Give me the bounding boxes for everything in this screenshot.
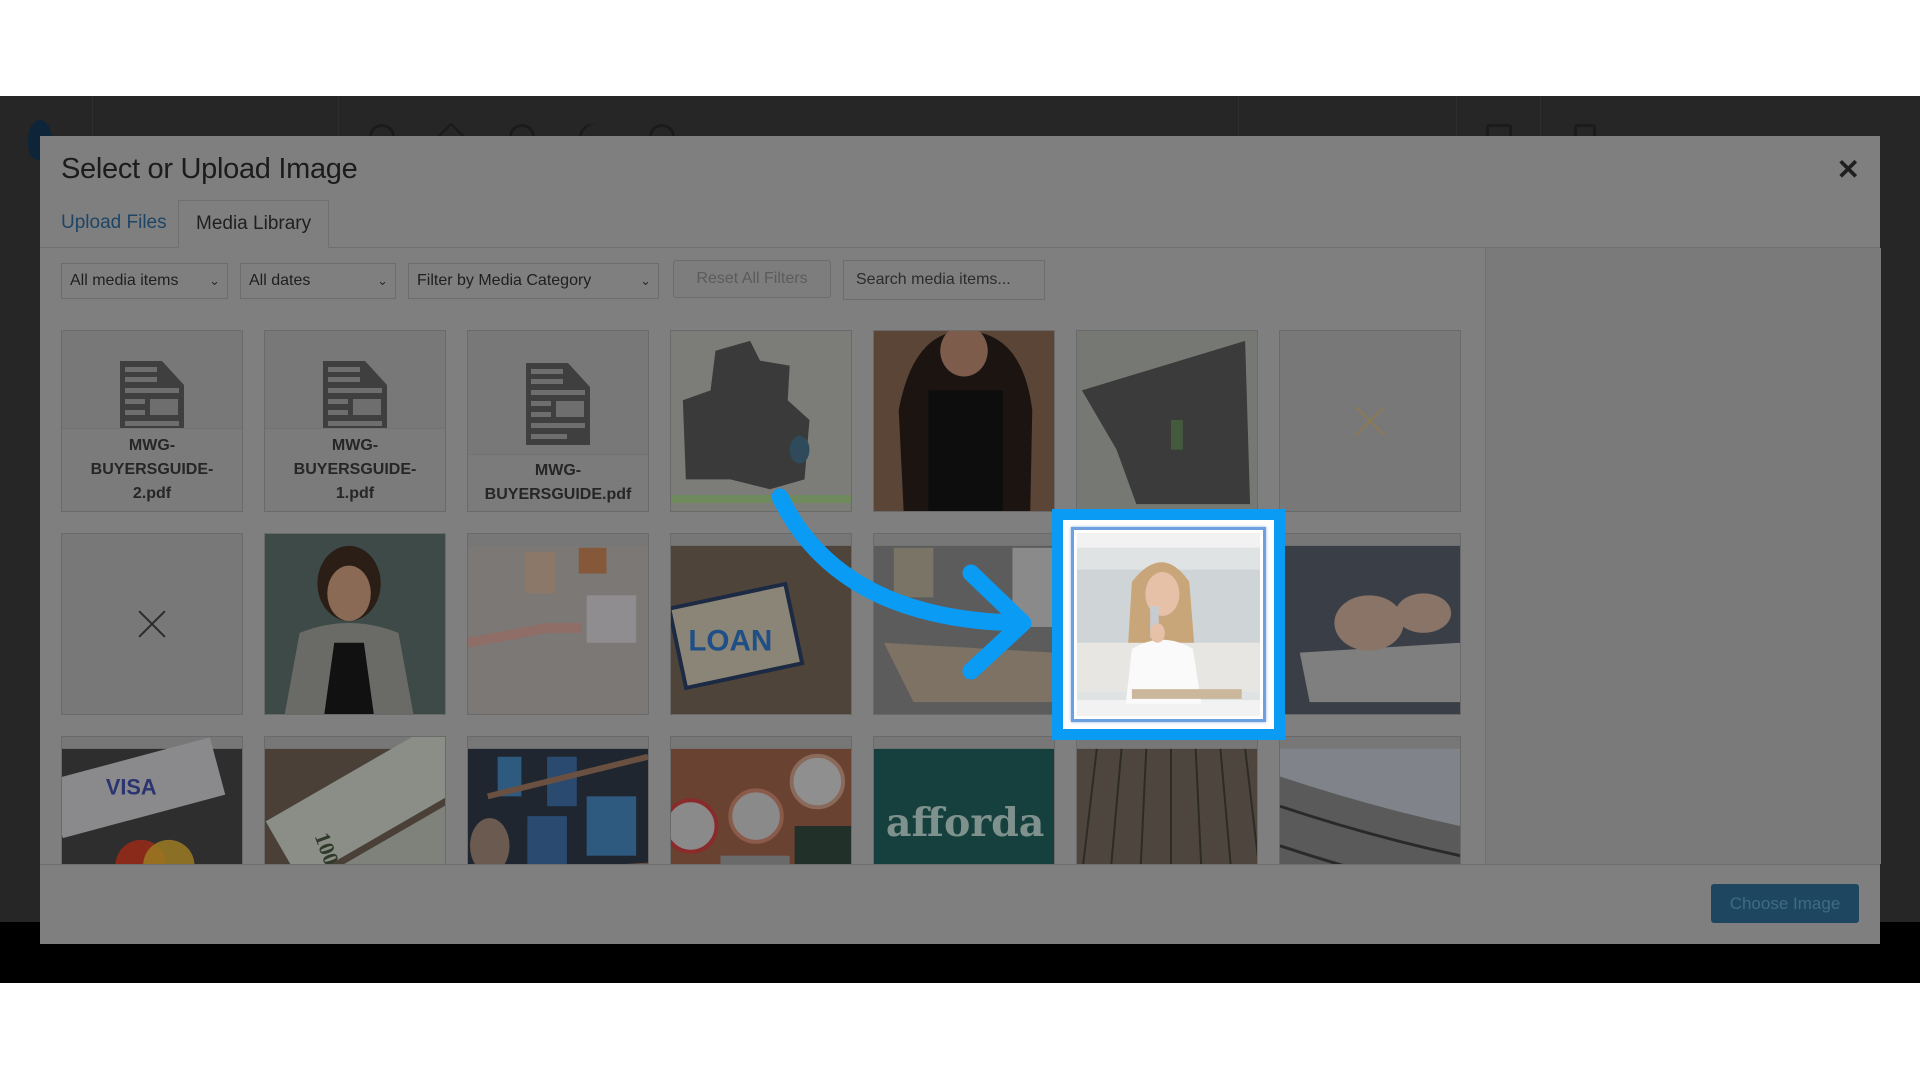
selected-item-frame: [1071, 527, 1266, 722]
roof-shingles-thumbnail: [1280, 737, 1460, 864]
media-item-image[interactable]: [264, 533, 446, 715]
media-item-image[interactable]: [1076, 330, 1258, 512]
caption-text: MWG- BUYERSGUIDE- 2.pdf: [91, 434, 214, 506]
media-item-image[interactable]: [1076, 736, 1258, 864]
media-item-image[interactable]: [1279, 736, 1461, 864]
media-item-image[interactable]: [670, 330, 852, 512]
caption-line: MWG-: [128, 437, 176, 454]
media-type-select[interactable]: All media items ⌄: [61, 263, 228, 299]
signing-document-thumbnail: [1280, 534, 1460, 714]
document-icon: [526, 363, 590, 445]
attachment-details-sidebar: [1485, 248, 1881, 864]
affordable-text: afforda: [886, 800, 1045, 846]
caption-text: MWG- BUYERSGUIDE.pdf: [485, 459, 632, 507]
caption-line: 1.pdf: [335, 485, 375, 502]
tab-upload-files[interactable]: Upload Files: [61, 200, 167, 247]
visa-text: VISA: [106, 774, 157, 799]
media-item-image[interactable]: [1279, 533, 1461, 715]
reset-filters-button[interactable]: Reset All Filters: [673, 260, 831, 298]
caption-line: BUYERSGUIDE.pdf: [484, 486, 632, 503]
category-select-value: Filter by Media Category: [417, 272, 592, 289]
media-item-pdf[interactable]: MWG- BUYERSGUIDE- 2.pdf: [61, 330, 243, 512]
date-select[interactable]: All dates ⌄: [240, 263, 396, 299]
credit-cards-thumbnail: VISA: [62, 737, 242, 864]
selected-media-item[interactable]: [1077, 533, 1260, 716]
media-item-pdf[interactable]: MWG- BUYERSGUIDE- 1.pdf: [264, 330, 446, 512]
choose-image-button[interactable]: Choose Image: [1711, 884, 1859, 923]
media-type-select-value: All media items: [70, 272, 179, 289]
tv-wall-thumbnail: [468, 737, 648, 864]
media-item-pdf[interactable]: MWG- BUYERSGUIDE.pdf: [467, 330, 649, 512]
loan-clipboard-thumbnail: LOAN: [671, 534, 851, 714]
tab-media-library[interactable]: Media Library: [178, 200, 330, 248]
media-item-caption: MWG- BUYERSGUIDE.pdf: [468, 454, 648, 511]
office-box-thumbnail: [874, 534, 1054, 714]
county-map-thumbnail: [671, 331, 851, 511]
media-item-image[interactable]: [467, 736, 649, 864]
media-item-image[interactable]: 100: [264, 736, 446, 864]
search-input[interactable]: [843, 260, 1045, 300]
dollar-bills-thumbnail: 100: [265, 737, 445, 864]
caption-line: MWG-: [534, 462, 582, 479]
media-item-image[interactable]: [873, 330, 1055, 512]
modal-tabs: Upload Files Media Library: [40, 200, 1880, 248]
media-item-image[interactable]: [873, 533, 1055, 715]
woman-portrait-thumbnail: [874, 331, 1054, 511]
close-icon[interactable]: ✕: [1837, 154, 1860, 185]
caption-line: 2.pdf: [132, 485, 172, 502]
chevron-down-icon: ⌄: [640, 273, 651, 288]
broken-image-icon: [138, 610, 166, 638]
caption-line: BUYERSGUIDE-: [293, 461, 417, 478]
broken-image-icon: [1355, 406, 1385, 436]
woman-credit-card-thumbnail: [1077, 533, 1260, 716]
media-item-image[interactable]: [670, 736, 852, 864]
neighborhood-map-thumbnail: [1077, 331, 1257, 511]
wooden-deck-thumbnail: [1077, 737, 1257, 864]
handshake-thumbnail: [468, 534, 648, 714]
smiling-woman-thumbnail: [265, 534, 445, 714]
media-item-broken[interactable]: [61, 533, 243, 715]
caption-line: MWG-: [331, 437, 379, 454]
modal-footer: Choose Image: [40, 864, 1880, 944]
category-select[interactable]: Filter by Media Category ⌄: [408, 263, 659, 299]
media-item-caption: MWG- BUYERSGUIDE- 2.pdf: [62, 428, 242, 511]
media-item-image[interactable]: [467, 533, 649, 715]
media-item-image[interactable]: VISA: [61, 736, 243, 864]
highlight-box[interactable]: [1052, 509, 1285, 740]
caption-text: MWG- BUYERSGUIDE- 1.pdf: [294, 434, 417, 506]
loan-text: LOAN: [688, 625, 772, 658]
modal-title: Select or Upload Image: [61, 153, 358, 185]
caption-line: BUYERSGUIDE-: [90, 461, 214, 478]
emoji-faces-thumbnail: [671, 737, 851, 864]
media-item-image[interactable]: afforda: [873, 736, 1055, 864]
date-select-value: All dates: [249, 272, 311, 289]
chevron-down-icon: ⌄: [209, 273, 220, 288]
media-modal: Select or Upload Image ✕ Upload Files Me…: [40, 136, 1881, 944]
close-button[interactable]: ✕: [1837, 156, 1860, 184]
media-item-image[interactable]: LOAN: [670, 533, 852, 715]
highlight-inner: [1063, 520, 1274, 729]
chevron-down-icon: ⌄: [377, 273, 388, 288]
media-item-broken[interactable]: [1279, 330, 1461, 512]
affordable-chalkboard-thumbnail: afforda: [874, 737, 1054, 864]
media-item-caption: MWG- BUYERSGUIDE- 1.pdf: [265, 428, 445, 511]
